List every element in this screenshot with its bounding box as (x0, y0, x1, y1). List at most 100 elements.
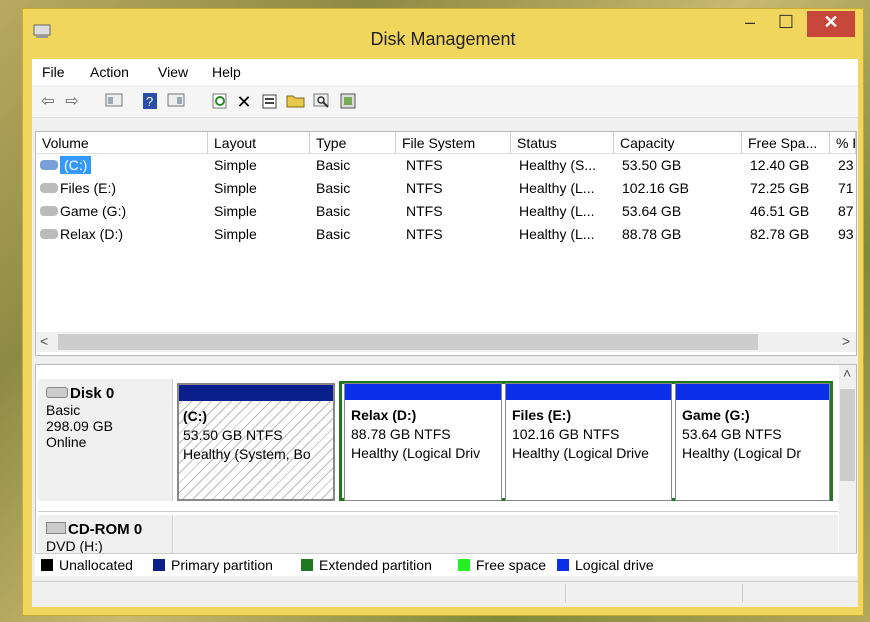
divider (38, 511, 838, 512)
type-cell: Basic (316, 226, 351, 242)
horizontal-scrollbar[interactable]: < > (36, 332, 856, 352)
scroll-left-icon[interactable]: < (40, 333, 48, 349)
view-icon[interactable] (166, 92, 186, 112)
col-free-space[interactable]: Free Spa... (742, 132, 830, 154)
status-cell: Healthy (S... (519, 157, 597, 173)
table-row[interactable]: Game (G:) Simple Basic NTFS Healthy (L..… (36, 200, 856, 222)
volume-name: Relax (D:) (60, 226, 124, 242)
table-row[interactable]: Files (E:) Simple Basic NTFS Healthy (L.… (36, 177, 856, 199)
legend-primary: Primary partition (153, 557, 273, 573)
svg-text:?: ? (146, 94, 153, 109)
swatch (153, 559, 165, 571)
capacity-cell: 53.64 GB (622, 203, 682, 219)
col-volume[interactable]: Volume (36, 132, 208, 154)
close-button[interactable]: ✕ (807, 11, 855, 37)
status-divider (565, 584, 566, 602)
partition-e-info: Files (E:) 102.16 GB NTFS Healthy (Logic… (512, 406, 669, 463)
back-icon[interactable]: ⇦ (38, 92, 58, 112)
fs-cell: NTFS (406, 180, 443, 196)
forward-icon[interactable]: ⇨ (62, 92, 82, 112)
legend-label: Primary partition (171, 557, 273, 573)
scrollbar-thumb[interactable] (58, 334, 758, 350)
open-folder-icon[interactable] (286, 92, 306, 112)
partition-size: 53.50 GB NTFS (183, 427, 283, 443)
type-cell: Basic (316, 180, 351, 196)
percent-free-cell: 93 (838, 226, 854, 242)
status-bar (32, 581, 858, 604)
minimize-button[interactable]: – (735, 11, 765, 37)
disk-management-window: Disk Management – ☐ ✕ File Action View H… (22, 8, 864, 616)
delete-icon[interactable]: ✕ (234, 92, 254, 112)
col-percent-free[interactable]: % F (830, 132, 856, 154)
table-row[interactable]: (C:) Simple Basic NTFS Healthy (S... 53.… (36, 154, 856, 176)
vertical-scrollbar[interactable]: ˄ ˅ (839, 365, 856, 575)
table-row[interactable]: Relax (D:) Simple Basic NTFS Healthy (L.… (36, 223, 856, 245)
partition-d[interactable]: Relax (D:) 88.78 GB NTFS Healthy (Logica… (344, 383, 502, 501)
search-icon[interactable] (312, 92, 332, 112)
capacity-cell: 102.16 GB (622, 180, 689, 196)
col-layout[interactable]: Layout (208, 132, 310, 154)
logical-drive-bar (506, 384, 671, 400)
menu-help[interactable]: Help (212, 64, 241, 80)
col-file-system[interactable]: File System (396, 132, 511, 154)
partition-g[interactable]: Game (G:) 53.64 GB NTFS Healthy (Logical… (675, 383, 830, 501)
disk0-size: 298.09 GB (46, 418, 113, 434)
title-bar[interactable]: Disk Management – ☐ ✕ (23, 9, 863, 49)
volume-name: (C:) (60, 156, 92, 174)
settings-icon[interactable] (338, 92, 358, 112)
col-type[interactable]: Type (310, 132, 396, 154)
partition-status: Healthy (Logical Drive (512, 445, 649, 461)
scrollbar-thumb[interactable] (840, 389, 855, 481)
menu-action[interactable]: Action (90, 64, 129, 80)
cdrom0-drive: DVD (H:) (46, 538, 103, 554)
layout-cell: Simple (214, 180, 257, 196)
col-status[interactable]: Status (511, 132, 614, 154)
partition-name: (C:) (183, 408, 208, 424)
fs-cell: NTFS (406, 157, 443, 173)
scroll-up-icon[interactable]: ˄ (843, 365, 851, 381)
status-cell: Healthy (L... (519, 180, 595, 196)
status-divider (742, 584, 743, 602)
refresh-icon[interactable] (210, 92, 230, 112)
menu-view[interactable]: View (158, 64, 188, 80)
percent-free-cell: 87 (838, 203, 854, 219)
volume-icon (40, 229, 58, 239)
partition-c[interactable]: (C:) 53.50 GB NTFS Healthy (System, Bo (177, 383, 335, 501)
layout-cell: Simple (214, 226, 257, 242)
volume-icon (40, 206, 58, 216)
scroll-right-icon[interactable]: > (842, 333, 850, 349)
col-capacity[interactable]: Capacity (614, 132, 742, 154)
percent-free-cell: 23 (838, 157, 854, 173)
disk0-state: Online (46, 434, 87, 450)
partition-size: 53.64 GB NTFS (682, 426, 782, 442)
free-space-cell: 46.51 GB (750, 203, 810, 219)
swatch (458, 559, 470, 571)
properties-icon[interactable] (260, 92, 280, 112)
cdrom0-title: CD-ROM 0 (46, 521, 172, 538)
toolbar: ⇦ ⇨ ? ✕ (32, 87, 858, 118)
partition-d-info: Relax (D:) 88.78 GB NTFS Healthy (Logica… (351, 406, 499, 463)
type-cell: Basic (316, 157, 351, 173)
volume-list[interactable]: Volume Layout Type File System Status Ca… (35, 131, 857, 356)
partition-e[interactable]: Files (E:) 102.16 GB NTFS Healthy (Logic… (505, 383, 672, 501)
cdrom0-name: CD-ROM 0 (68, 521, 143, 538)
partition-status: Healthy (System, Bo (183, 446, 311, 462)
disk0-label[interactable]: Disk 0 Basic 298.09 GB Online (38, 379, 173, 501)
disk-view[interactable]: Disk 0 Basic 298.09 GB Online (C:) 53.50… (35, 364, 857, 576)
partition-g-info: Game (G:) 53.64 GB NTFS Healthy (Logical… (682, 406, 827, 463)
primary-partition-bar (179, 385, 333, 401)
legend-logical: Logical drive (557, 557, 654, 573)
cdrom-icon (46, 522, 66, 534)
free-space-cell: 82.78 GB (750, 226, 810, 242)
legend-label: Extended partition (319, 557, 432, 573)
fs-cell: NTFS (406, 203, 443, 219)
console-icon[interactable] (104, 92, 124, 112)
free-space-cell: 72.25 GB (750, 180, 810, 196)
menu-file[interactable]: File (42, 64, 65, 80)
percent-free-cell: 71 (838, 180, 854, 196)
partition-status: Healthy (Logical Dr (682, 445, 802, 461)
fs-cell: NTFS (406, 226, 443, 242)
legend-label: Unallocated (59, 557, 133, 573)
help-icon[interactable]: ? (140, 92, 160, 112)
maximize-button[interactable]: ☐ (771, 11, 801, 37)
